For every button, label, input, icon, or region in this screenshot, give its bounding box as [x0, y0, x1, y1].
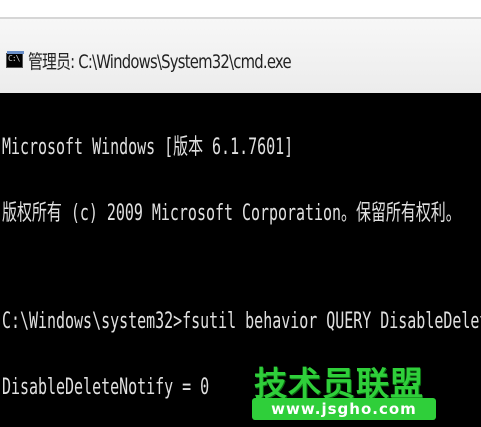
console-line-copyright: 版权所有 (c) 2009 Microsoft Corporation。保留所有… [2, 201, 461, 226]
screenshot-frame: C:\ 管理员: C:\Windows\System32\cmd.exe Mic… [0, 0, 481, 427]
icon-glyph: C:\ [8, 54, 20, 63]
console-line-result: DisableDeleteNotify = 0 [2, 375, 210, 400]
window-titlebar[interactable]: C:\ 管理员: C:\Windows\System32\cmd.exe [0, 19, 481, 93]
window-title: 管理员: C:\Windows\System32\cmd.exe [28, 51, 292, 73]
site-watermark: 技术员联盟 www.jsgho.com [250, 357, 440, 423]
console-line-version: Microsoft Windows [版本 6.1.7601] [2, 135, 294, 160]
cmd-console-icon[interactable]: C:\ [6, 51, 24, 68]
console-line-command: C:\Windows\system32>fsutil behavior QUER… [2, 309, 481, 334]
watermark-url: www.jsgho.com [252, 398, 436, 420]
